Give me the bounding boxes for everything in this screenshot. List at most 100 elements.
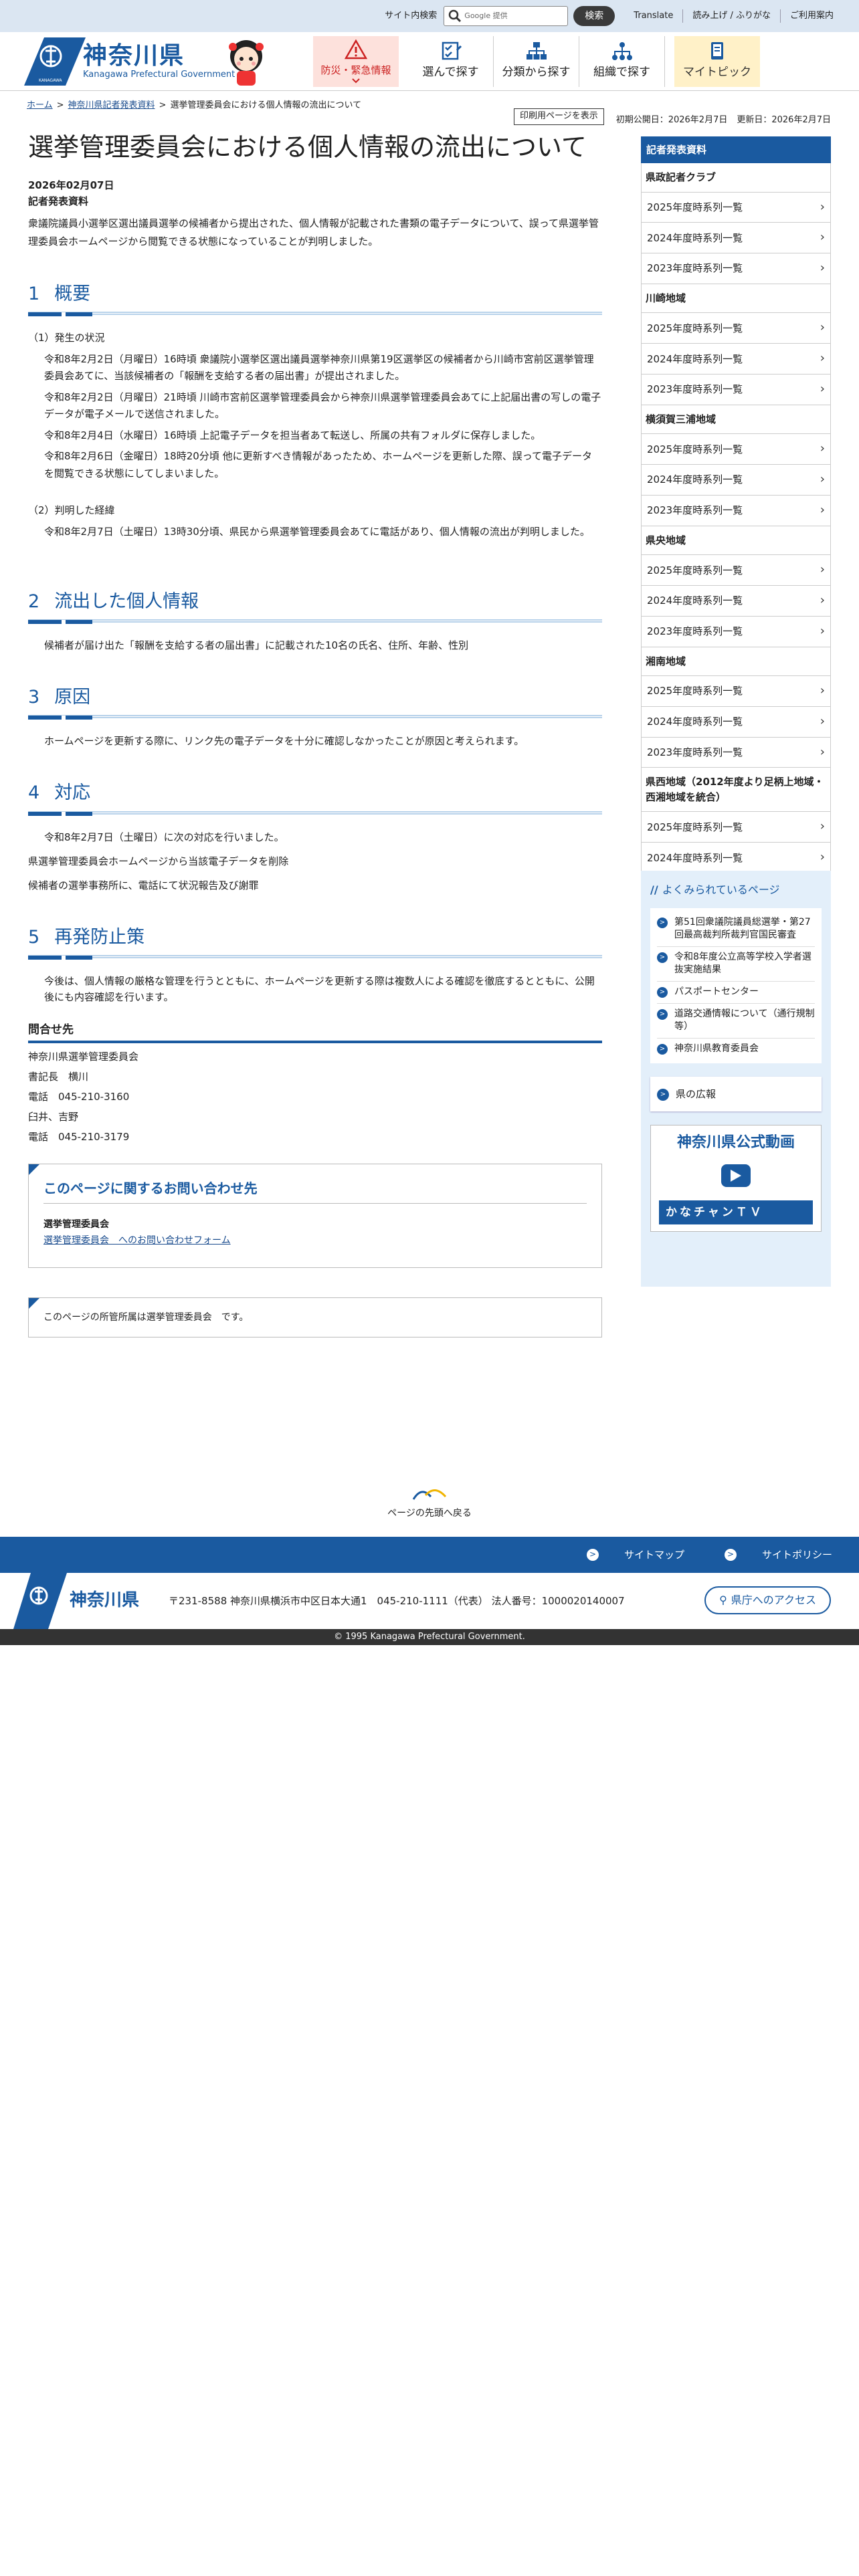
paragraph: 令和8年2月7日（土曜日）に次の対応を行いました。 [44, 831, 284, 843]
chevron-right-icon: > [657, 952, 668, 963]
nav-org-search[interactable]: 組織で探す [579, 36, 665, 87]
global-nav: 防災・緊急情報 選んで探す 分類から探す 組織で探す マイトピック [313, 36, 760, 87]
translate-link[interactable]: Translate [624, 9, 682, 23]
sidebar-group-title: 県央地域 [641, 526, 831, 556]
section-heading-5: 5 再発防止策 [28, 923, 602, 960]
hierarchy-icon [526, 42, 547, 60]
chevron-right-icon: > [657, 986, 668, 998]
sidebar-item[interactable]: 2023年度時系列一覧› [641, 374, 831, 405]
inquiry-box: このページに関するお問い合わせ先 選挙管理委員会 選挙管理委員会 へのお問い合わ… [28, 1164, 602, 1268]
utility-bar: サイト内検索 Google 提供 検索 Translate 読み上げ / ふりが… [0, 0, 859, 32]
chevron-right-icon: › [820, 472, 825, 487]
paragraph: ホームページを更新する際に、リンク先の電子データを十分に確認しなかったことが原因… [44, 735, 524, 748]
sidebar-item[interactable]: 2024年度時系列一覧 › [641, 223, 831, 254]
sitemap-link[interactable]: > サイトマップ [567, 1547, 684, 1563]
site-search-label: サイト内検索 [385, 10, 438, 21]
breadcrumb-parent[interactable]: 神奈川県記者発表資料 [68, 100, 155, 110]
paragraph: 候補者が届け出た「報酬を支給する者の届出書」に記載された10名の氏名、住所、年齢… [44, 639, 469, 652]
sidebar-item[interactable]: 2024年度時系列一覧 › [641, 465, 831, 496]
page-title: 選挙管理委員会における個人情報の流出について [28, 132, 587, 162]
official-video-banner[interactable]: 神奈川県公式動画 かなチャンＴＶ [650, 1125, 822, 1232]
back-to-top[interactable]: ページの先頭へ戻る [0, 1483, 859, 1521]
sidebar-group-title: 川崎地域 [641, 284, 831, 314]
play-icon [721, 1164, 751, 1187]
popular-item[interactable]: > 神奈川県教育委員会 [657, 1039, 815, 1060]
lead-text: 衆議院議員小選挙区選出議員選挙の候補者から提出された、個人情報が記載された書類の… [28, 217, 599, 247]
search-button[interactable]: 検索 [573, 6, 615, 26]
chevron-right-icon: › [820, 593, 825, 607]
sidebar-header: 記者発表資料 [641, 136, 831, 163]
print-button[interactable]: 印刷用ページを表示 [513, 108, 604, 125]
organization-icon [611, 42, 632, 61]
page-meta: 印刷用ページを表示 初期公開日：2026年2月7日 更新日：2026年2月7日 [513, 108, 831, 129]
subheading: （1）発生の状況 [28, 332, 105, 344]
nav-disaster-info[interactable]: 防災・緊急情報 [313, 36, 399, 87]
published-date: 初期公開日：2026年2月7日 [615, 115, 728, 125]
contact-title: 問合せ先 [28, 1021, 602, 1044]
popular-item[interactable]: > 第51回衆議院議員総選挙・第27回最高裁判所裁判官国民審査 [657, 912, 815, 947]
breadcrumb-home[interactable]: ホーム [27, 100, 53, 110]
sidebar-item[interactable]: 2025年度時系列一覧 › [641, 434, 831, 465]
chevron-right-icon: > [724, 1549, 737, 1561]
sidebar-item[interactable]: 2025年度時系列一覧 › [641, 676, 831, 707]
footer-logo[interactable]: 神奈川県 [13, 1573, 139, 1629]
sidebar-item[interactable]: 2023年度時系列一覧› [641, 253, 831, 284]
chevron-right-icon: > [657, 1008, 668, 1020]
contact-line: 電話 045-210-3160 [28, 1091, 130, 1103]
inquiry-form-link[interactable]: 選挙管理委員会 へのお問い合わせフォーム [43, 1235, 231, 1246]
nav-label: 防災・緊急情報 [320, 64, 391, 76]
owner-text: このページの所管所属は選挙管理委員会 です。 [43, 1311, 249, 1323]
nav-category-search[interactable]: 分類から探す [494, 36, 579, 87]
sidebar-item[interactable]: 2025年度時系列一覧 › [641, 192, 831, 223]
inquiry-title: このページに関するお問い合わせ先 [43, 1178, 587, 1204]
contact-line: 電話 045-210-3179 [28, 1131, 130, 1144]
chevron-down-icon [352, 78, 360, 84]
chevron-right-icon: › [820, 683, 825, 698]
sidebar-item[interactable]: 2025年度時系列一覧 › [641, 313, 831, 344]
popular-item[interactable]: > 道路交通情報について（通行規制等） [657, 1004, 815, 1039]
chevron-right-icon: > [657, 917, 668, 928]
chevron-right-icon: › [820, 199, 825, 214]
sidebar-item[interactable]: 2024年度時系列一覧 › [641, 585, 831, 617]
paragraph: 令和8年2月2日（月曜日）21時頃 川崎市宮前区選挙管理委員会から神奈川県選挙管… [44, 391, 601, 421]
subheading: （2）判明した経緯 [28, 504, 115, 517]
checklist-icon [442, 42, 462, 60]
main-content: 選挙管理委員会における個人情報の流出について 2026年02月07日 記者発表資… [28, 131, 602, 1338]
sidebar-item[interactable]: 2024年度時系列一覧 › [641, 706, 831, 738]
chevron-right-icon: › [820, 351, 825, 366]
read-aloud-link[interactable]: 読み上げ / ふりがな [682, 9, 780, 23]
video-channel: かなチャンＴＶ [659, 1200, 813, 1225]
sidebar-item[interactable]: 2025年度時系列一覧 › [641, 812, 831, 843]
sidebar-item[interactable]: 2025年度時系列一覧 › [641, 555, 831, 586]
site-policy-link[interactable]: > サイトポリシー [704, 1547, 832, 1563]
popular-item[interactable]: > 令和8年度公立高等学校入学者選抜実施結果 [657, 947, 815, 982]
site-logo[interactable]: KANAGAWA 神奈川県 Kanagawa Prefectural Gover… [24, 32, 235, 91]
paragraph: 候補者の選挙事務所に、電話にて状況報告及び謝罪 [28, 879, 259, 891]
paragraph: 県選挙管理委員会ホームページから当該電子データを削除 [28, 855, 289, 867]
map-pin-icon: ⚲ [719, 1594, 727, 1606]
contact-line: 神奈川県選挙管理委員会 [28, 1051, 139, 1063]
nav-label: 分類から探す [502, 66, 571, 80]
video-title: 神奈川県公式動画 [676, 1134, 795, 1152]
access-button[interactable]: ⚲ 県庁へのアクセス [704, 1586, 831, 1614]
chevron-right-icon: › [820, 441, 825, 456]
popular-item[interactable]: > パスポートセンター [657, 982, 815, 1004]
chevron-right-icon: › [820, 623, 825, 638]
nav-choose-search[interactable]: 選んで探す [408, 36, 494, 87]
sidebar-item[interactable]: 2023年度時系列一覧› [641, 616, 831, 647]
paragraph: 令和8年2月7日（土曜日）13時30分頃、県民から県選挙管理委員会あてに電話があ… [44, 525, 590, 538]
back-to-top-icon [412, 1489, 447, 1500]
sidebar-item[interactable]: 2024年度時系列一覧 › [641, 344, 831, 374]
chevron-right-icon: › [820, 381, 825, 396]
logo-name: 神奈川県 [83, 42, 185, 70]
search-input[interactable]: Google 提供 [444, 6, 569, 26]
sidebar-group-title: 県政記者クラブ [641, 163, 831, 193]
pref-pr-link[interactable]: > 県の広報 [650, 1077, 822, 1112]
sidebar-item[interactable]: 2024年度時系列一覧 › [641, 843, 831, 874]
search-icon [449, 9, 462, 23]
usage-guide-link[interactable]: ご利用案内 [779, 9, 843, 23]
nav-my-topic[interactable]: マイトピック [674, 36, 760, 87]
svg-text:KANAGAWA: KANAGAWA [39, 78, 62, 83]
sidebar-item[interactable]: 2023年度時系列一覧› [641, 737, 831, 768]
sidebar-item[interactable]: 2023年度時系列一覧› [641, 495, 831, 526]
